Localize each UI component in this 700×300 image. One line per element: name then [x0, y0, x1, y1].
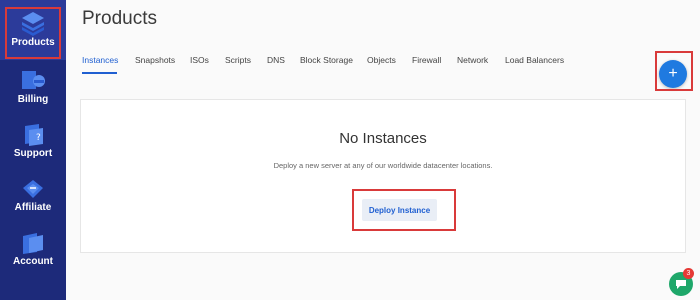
tab-network[interactable]: Network	[457, 55, 488, 65]
empty-state-subtitle: Deploy a new server at any of our worldw…	[273, 161, 493, 170]
sidebar-item-label: Account	[13, 256, 53, 267]
account-icon	[23, 233, 43, 254]
sidebar-item-account[interactable]: Account	[0, 230, 66, 274]
chat-icon	[676, 280, 686, 289]
chat-button[interactable]: 3	[669, 268, 694, 296]
tab-block-storage[interactable]: Block Storage	[300, 55, 353, 65]
sidebar-item-label: Products	[11, 37, 55, 48]
svg-text:?: ?	[36, 133, 41, 143]
tab-firewall[interactable]: Firewall	[412, 55, 441, 65]
tab-load-balancers[interactable]: Load Balancers	[505, 55, 564, 65]
deploy-instance-button[interactable]: Deploy Instance	[362, 199, 437, 221]
empty-state-title: No Instances	[339, 130, 427, 147]
main-content: Products Instances Snapshots ISOs Script…	[66, 0, 700, 300]
tab-scripts[interactable]: Scripts	[225, 55, 251, 65]
tab-isos[interactable]: ISOs	[190, 55, 209, 65]
add-button[interactable]: +	[659, 60, 687, 88]
affiliate-icon	[23, 180, 43, 198]
tab-instances[interactable]: Instances	[82, 55, 118, 65]
tab-dns[interactable]: DNS	[267, 55, 285, 65]
support-icon: ?	[25, 124, 43, 146]
sidebar: Products Billing ? Support Affiliate Acc…	[0, 0, 66, 300]
sidebar-item-products[interactable]: Products	[0, 0, 66, 60]
notification-badge: 3	[683, 268, 694, 279]
layers-icon	[22, 12, 44, 36]
sidebar-item-label: Billing	[17, 94, 49, 105]
billing-icon	[22, 71, 45, 89]
sidebar-item-label: Affiliate	[14, 202, 52, 213]
sidebar-item-support[interactable]: ? Support	[0, 122, 66, 166]
tab-objects[interactable]: Objects	[367, 55, 396, 65]
tab-snapshots[interactable]: Snapshots	[135, 55, 175, 65]
page-title: Products	[82, 8, 157, 29]
sidebar-item-billing[interactable]: Billing	[0, 68, 66, 112]
active-tab-indicator	[82, 72, 117, 74]
sidebar-item-label: Support	[13, 148, 53, 159]
empty-state-panel: No Instances Deploy a new server at any …	[80, 99, 686, 253]
sidebar-item-affiliate[interactable]: Affiliate	[0, 176, 66, 220]
